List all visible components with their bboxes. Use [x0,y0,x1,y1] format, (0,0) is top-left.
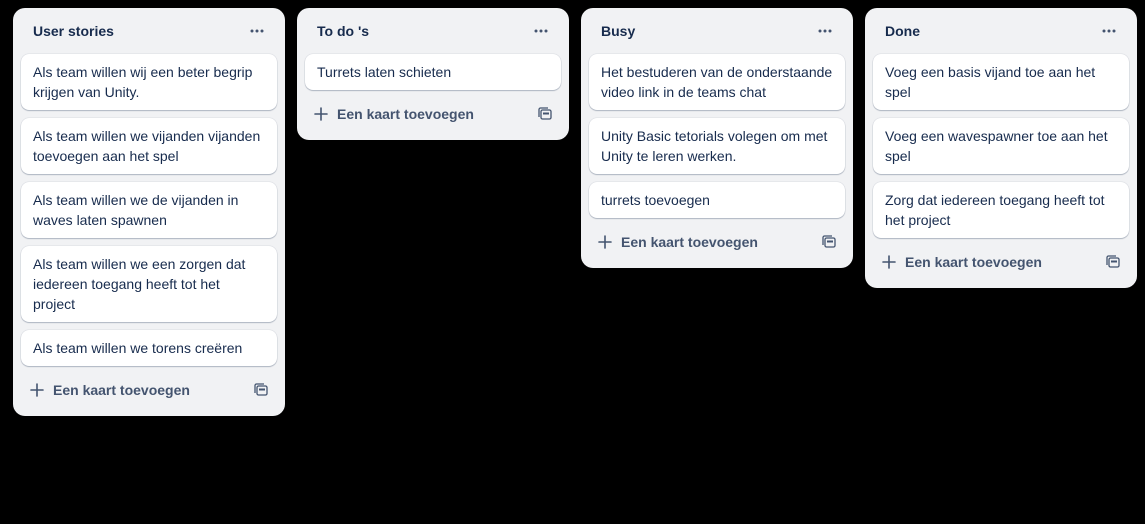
add-card-label: Een kaart toevoegen [621,234,758,250]
list-done: Done Voeg een basis vijand toe aan het s… [865,8,1137,288]
add-card-button[interactable]: Een kaart toevoegen [597,234,758,250]
list-footer: Een kaart toevoegen [21,372,277,408]
list-busy: Busy Het bestuderen van de onderstaande … [581,8,853,268]
card[interactable]: Zorg dat iedereen toegang heeft tot het … [873,182,1129,238]
add-card-button[interactable]: Een kaart toevoegen [29,382,190,398]
list-footer: Een kaart toevoegen [305,96,561,132]
list-menu-button[interactable] [811,17,839,45]
list-header: Done [873,8,1129,54]
card[interactable]: Voeg een basis vijand toe aan het spel [873,54,1129,110]
list-title[interactable]: To do 's [317,23,369,39]
more-horizontal-icon [1102,29,1116,33]
card[interactable]: Unity Basic tetorials volegen om met Uni… [589,118,845,174]
list-title[interactable]: User stories [33,23,114,39]
card[interactable]: Als team willen we vijanden vijanden toe… [21,118,277,174]
card-template-icon[interactable] [533,102,557,126]
plus-icon [313,106,329,122]
add-card-label: Een kaart toevoegen [53,382,190,398]
list-header: To do 's [305,8,561,54]
list-title[interactable]: Busy [601,23,635,39]
list-header: User stories [21,8,277,54]
list-user-stories: User stories Als team willen wij een bet… [13,8,285,416]
more-horizontal-icon [250,29,264,33]
more-horizontal-icon [818,29,832,33]
card-template-icon[interactable] [817,230,841,254]
more-horizontal-icon [534,29,548,33]
board: User stories Als team willen wij een bet… [0,0,1145,524]
list-footer: Een kaart toevoegen [873,244,1129,280]
card[interactable]: Als team willen we een zorgen dat iedere… [21,246,277,322]
list-header: Busy [589,8,845,54]
plus-icon [881,254,897,270]
card[interactable]: Als team willen wij een beter begrip kri… [21,54,277,110]
plus-icon [597,234,613,250]
add-card-label: Een kaart toevoegen [905,254,1042,270]
list-menu-button[interactable] [527,17,555,45]
add-card-button[interactable]: Een kaart toevoegen [881,254,1042,270]
list-title[interactable]: Done [885,23,920,39]
card-template-icon[interactable] [249,378,273,402]
card[interactable]: Turrets laten schieten [305,54,561,90]
card[interactable]: turrets toevoegen [589,182,845,218]
list-menu-button[interactable] [1095,17,1123,45]
card-template-icon[interactable] [1101,250,1125,274]
card[interactable]: Voeg een wavespawner toe aan het spel [873,118,1129,174]
list-footer: Een kaart toevoegen [589,224,845,260]
card[interactable]: Als team willen we torens creëren [21,330,277,366]
add-card-button[interactable]: Een kaart toevoegen [313,106,474,122]
add-card-label: Een kaart toevoegen [337,106,474,122]
list-to-do: To do 's Turrets laten schieten Een kaar… [297,8,569,140]
plus-icon [29,382,45,398]
card[interactable]: Het bestuderen van de onderstaande video… [589,54,845,110]
list-menu-button[interactable] [243,17,271,45]
card[interactable]: Als team willen we de vijanden in waves … [21,182,277,238]
